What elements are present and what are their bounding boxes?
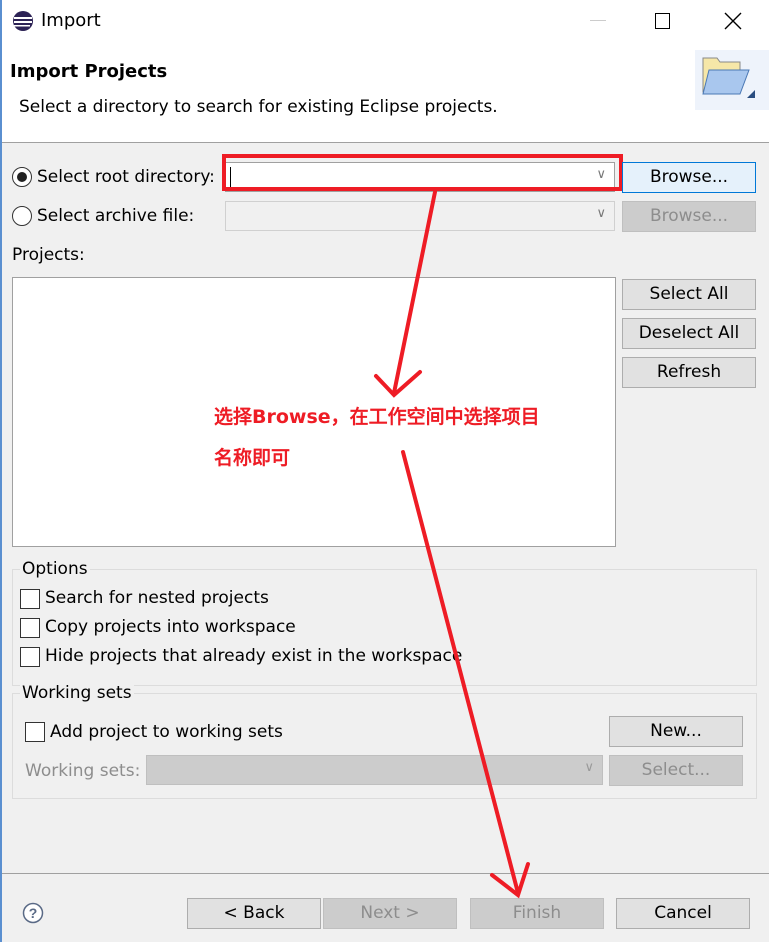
chevron-down-icon: ∨ [596, 206, 606, 221]
maximize-icon[interactable] [655, 13, 670, 29]
nested-projects-checkbox[interactable] [20, 589, 40, 609]
add-working-sets-label: Add project to working sets [50, 722, 283, 742]
minimize-icon[interactable] [590, 20, 606, 21]
root-directory-radio[interactable] [12, 167, 32, 187]
title-bar: Import [0, 0, 769, 42]
select-all-button[interactable]: Select All [622, 279, 756, 310]
browse-root-button[interactable]: Browse... [622, 162, 756, 193]
projects-label: Projects: [12, 245, 85, 265]
copy-projects-checkbox[interactable] [20, 618, 40, 638]
highlight-box [222, 154, 623, 191]
new-working-set-button[interactable]: New... [609, 716, 743, 747]
next-button[interactable]: Next > [323, 898, 457, 929]
eclipse-logo-icon [13, 11, 33, 31]
window-title: Import [41, 10, 101, 31]
help-icon[interactable]: ? [22, 902, 44, 924]
refresh-button[interactable]: Refresh [622, 357, 756, 388]
hide-existing-label: Hide projects that already exist in the … [45, 646, 463, 666]
options-title: Options [20, 559, 90, 579]
select-working-sets-button[interactable]: Select... [609, 755, 743, 786]
folder-icon [695, 50, 769, 110]
window-border [0, 0, 2, 942]
hide-existing-checkbox[interactable] [20, 647, 40, 667]
add-working-sets-checkbox[interactable] [25, 722, 45, 742]
back-button[interactable]: < Back [187, 898, 321, 929]
archive-file-label: Select archive file: [37, 206, 195, 226]
working-sets-combo[interactable]: ∨ [146, 755, 603, 785]
archive-file-radio[interactable] [12, 206, 32, 226]
copy-projects-label: Copy projects into workspace [45, 617, 296, 637]
footer-divider [0, 873, 769, 874]
svg-text:?: ? [29, 905, 38, 921]
finish-button[interactable]: Finish [470, 898, 604, 929]
deselect-all-button[interactable]: Deselect All [622, 318, 756, 349]
chevron-down-icon: ∨ [584, 760, 594, 775]
browse-archive-button[interactable]: Browse... [622, 201, 756, 232]
close-icon[interactable] [724, 12, 742, 30]
page-description: Select a directory to search for existin… [19, 97, 498, 117]
working-sets-label: Working sets: [25, 761, 141, 781]
arrow-head [490, 862, 530, 899]
annotation-line-1: 选择Browse，在工作空间中选择项目 [214, 406, 540, 428]
page-title: Import Projects [10, 61, 168, 82]
wizard-header: Import Projects Select a directory to se… [0, 42, 769, 143]
archive-file-combo[interactable]: ∨ [225, 201, 615, 231]
annotation-line-2: 名称即可 [214, 447, 291, 469]
cancel-button[interactable]: Cancel [616, 898, 750, 929]
root-directory-label: Select root directory: [37, 167, 215, 187]
working-sets-title: Working sets [20, 683, 134, 703]
nested-projects-label: Search for nested projects [45, 588, 269, 608]
